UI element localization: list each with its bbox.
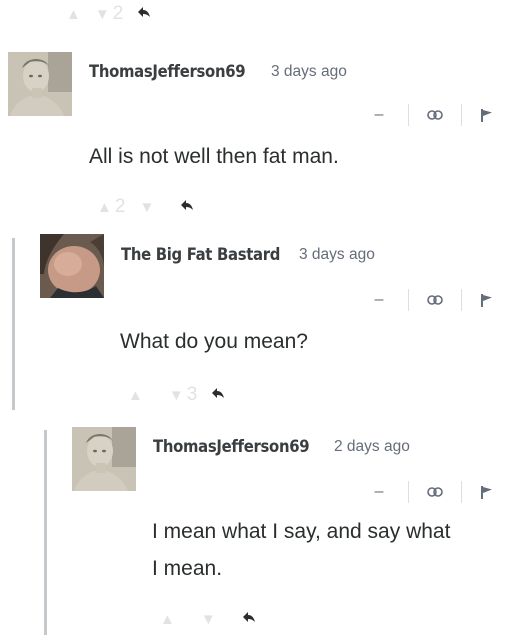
- downvote-icon[interactable]: ▼: [169, 388, 184, 403]
- link-icon[interactable]: [409, 487, 461, 497]
- flag-icon[interactable]: [462, 293, 506, 307]
- collapse-button[interactable]: –: [372, 106, 386, 124]
- upvote-icon[interactable]: ▲: [66, 7, 81, 22]
- upvote-icon[interactable]: ▲: [128, 388, 143, 403]
- reply-icon[interactable]: [242, 610, 256, 628]
- avatar[interactable]: [40, 234, 104, 298]
- upvote-count: 2: [114, 196, 126, 217]
- collapse-button[interactable]: –: [372, 483, 386, 501]
- upvote-icon[interactable]: ▲: [97, 200, 112, 215]
- link-icon[interactable]: [409, 110, 461, 120]
- comment-body: What do you mean?: [120, 330, 308, 353]
- downvote-count: 2: [112, 3, 124, 24]
- flag-icon[interactable]: [462, 108, 506, 122]
- comment-actions: –: [372, 481, 506, 503]
- collapse-button[interactable]: –: [372, 291, 386, 309]
- downvote-icon[interactable]: ▼: [201, 612, 216, 627]
- comment-timestamp[interactable]: 3 days ago: [299, 246, 375, 264]
- vote-bar: ▲ ▼: [160, 610, 256, 628]
- comment-body: All is not well then fat man.: [89, 145, 339, 168]
- downvote-icon[interactable]: ▼: [95, 7, 110, 22]
- upvote-icon[interactable]: ▲: [160, 612, 175, 627]
- link-icon[interactable]: [409, 295, 461, 305]
- vote-bar: ▲ ▼ 3: [128, 384, 225, 406]
- top-vote-bar: ▲ ▼ 2: [66, 3, 151, 25]
- comment-author[interactable]: The Big Fat Bastard: [121, 245, 280, 264]
- avatar[interactable]: [72, 427, 136, 491]
- downvote-icon[interactable]: ▼: [139, 200, 154, 215]
- thread-line[interactable]: [44, 430, 47, 635]
- comment-actions: –: [372, 289, 506, 311]
- comment-timestamp[interactable]: 3 days ago: [271, 63, 347, 81]
- reply-icon[interactable]: [211, 386, 225, 404]
- flag-icon[interactable]: [462, 485, 506, 499]
- comment-body-line: I mean what I say, and say what: [152, 520, 451, 543]
- avatar[interactable]: [8, 52, 72, 116]
- vote-bar: ▲ 2 ▼: [97, 196, 194, 218]
- comment-author[interactable]: ThomasJefferson69: [153, 437, 310, 456]
- reply-icon[interactable]: [180, 198, 194, 216]
- downvote-count: 3: [186, 384, 198, 405]
- comment-body-line: I mean.: [152, 557, 223, 580]
- comment-timestamp[interactable]: 2 days ago: [334, 438, 410, 456]
- reply-icon[interactable]: [137, 5, 151, 23]
- comment-actions: –: [372, 104, 506, 126]
- comment-author[interactable]: ThomasJefferson69: [89, 62, 246, 81]
- thread-line[interactable]: [12, 238, 15, 410]
